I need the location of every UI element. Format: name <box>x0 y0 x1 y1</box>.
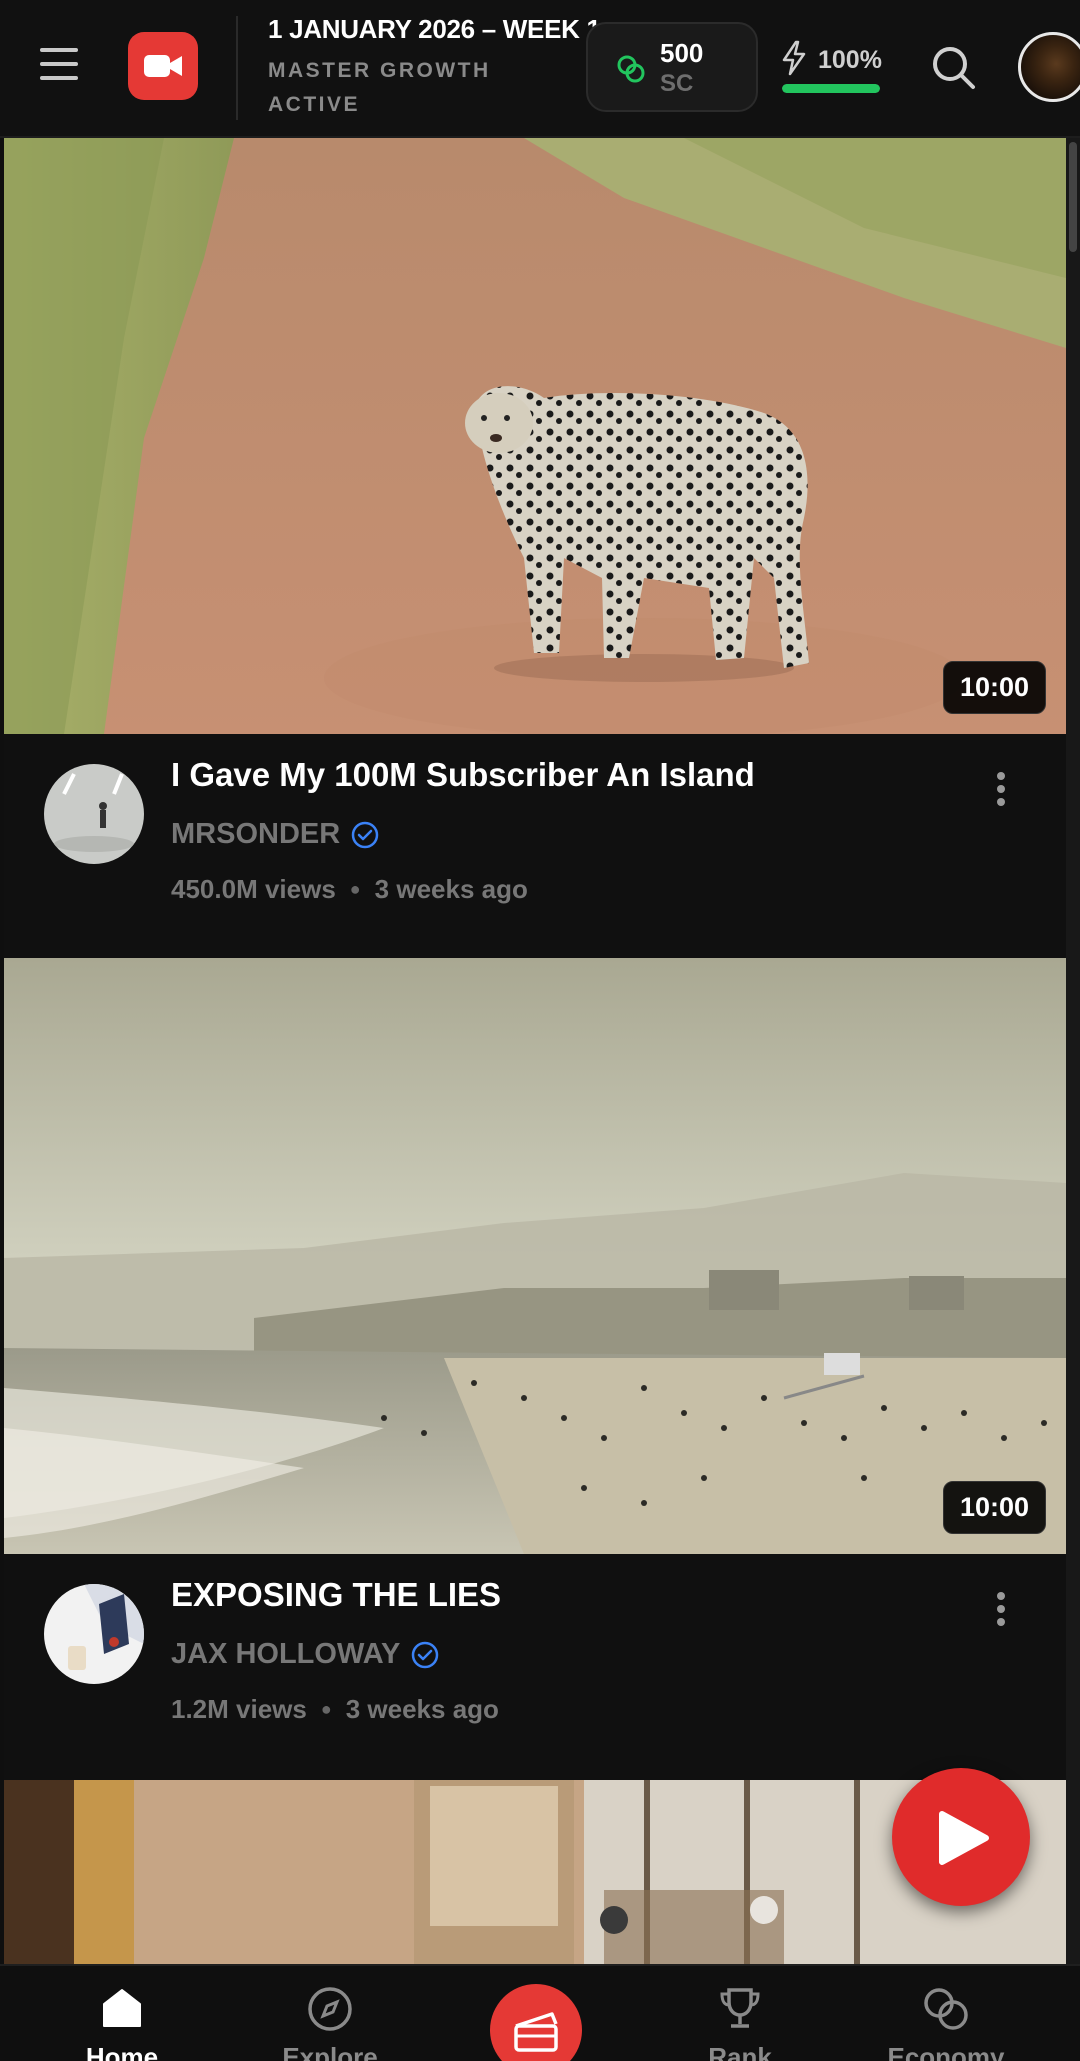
header-divider <box>236 16 238 120</box>
lightning-icon <box>782 40 806 76</box>
create-button[interactable] <box>490 1984 582 2061</box>
scrollbar[interactable] <box>1066 138 1080 1964</box>
channel-row: JAX HOLLOWAY <box>171 1638 440 1671</box>
nav-label: Explore <box>282 2042 378 2061</box>
channel-name[interactable]: MRSONDER <box>171 818 340 851</box>
home-icon <box>103 1989 141 2027</box>
date-label: 1 JANUARY 2026 – WEEK 1 <box>268 14 601 44</box>
video-thumbnail[interactable]: 10:00 <box>4 138 1066 734</box>
video-stats: 450.0M views ● 3 weeks ago <box>171 874 528 905</box>
coins-icon <box>617 55 645 83</box>
more-options-icon[interactable] <box>996 772 1006 806</box>
video-title[interactable]: EXPOSING THE LIES <box>171 1576 501 1614</box>
bottom-nav: Home Explore Rank Economy <box>0 1964 1080 2061</box>
verified-icon <box>412 1641 439 1668</box>
menu-icon[interactable] <box>40 48 80 88</box>
video-stats: 1.2M views ● 3 weeks ago <box>171 1694 499 1725</box>
beach-thumbnail-image <box>4 958 1066 1554</box>
channel-avatar[interactable] <box>44 1584 144 1684</box>
video-meta: EXPOSING THE LIES JAX HOLLOWAY 1.2M view… <box>4 1554 1066 1780</box>
more-options-icon[interactable] <box>996 1592 1006 1626</box>
clapperboard-icon <box>514 2012 558 2052</box>
video-thumbnail[interactable]: 10:00 <box>4 958 1066 1554</box>
coins-balance[interactable]: 500 SC <box>586 22 758 112</box>
verified-icon <box>351 821 379 848</box>
coins-unit: SC <box>660 70 694 97</box>
energy-meter[interactable]: 100% <box>780 40 882 81</box>
view-count: 450.0M views <box>171 874 336 904</box>
search-icon[interactable] <box>930 44 978 97</box>
channel-name[interactable]: JAX HOLLOWAY <box>171 1638 400 1671</box>
nav-label: Home <box>85 2042 159 2061</box>
nav-label: Economy <box>887 2042 1005 2061</box>
nav-item-economy[interactable]: Economy <box>866 1966 1026 2061</box>
channel-avatar[interactable] <box>44 764 144 864</box>
video-card[interactable]: 10:00 EXPOSING THE LIES JAX HOLLOWAY 1.2… <box>4 958 1066 1780</box>
play-icon <box>939 1811 989 1865</box>
separator-dot: ● <box>349 879 361 899</box>
energy-bar <box>782 84 880 93</box>
leopard-thumbnail-image <box>4 138 1066 734</box>
scrollbar-thumb[interactable] <box>1069 142 1077 252</box>
nav-item-home[interactable]: Home <box>42 1966 202 2061</box>
video-duration: 10:00 <box>942 661 1046 714</box>
nav-label: Rank <box>708 2042 772 2061</box>
video-card[interactable]: 10:00 I Gave My 100M Subscriber An Islan… <box>4 138 1066 960</box>
energy-bar-fill <box>782 84 880 93</box>
play-fab-button[interactable] <box>892 1768 1030 1906</box>
user-avatar[interactable] <box>1018 32 1080 102</box>
nav-item-explore[interactable]: Explore <box>250 1966 410 2061</box>
video-camera-icon[interactable] <box>128 32 198 100</box>
nav-item-rank[interactable]: Rank <box>660 1966 820 2061</box>
upload-age: 3 weeks ago <box>345 1694 499 1724</box>
video-duration: 10:00 <box>942 1481 1046 1534</box>
status-label: MASTER GROWTH ACTIVE <box>268 59 491 116</box>
separator-dot: ● <box>320 1699 332 1719</box>
upload-age: 3 weeks ago <box>374 874 528 904</box>
compass-icon <box>308 1987 352 2031</box>
video-title[interactable]: I Gave My 100M Subscriber An Island <box>171 756 755 794</box>
coins-value: 500 <box>660 38 704 68</box>
top-bar: 1 JANUARY 2026 – WEEK 1 MASTER GROWTH AC… <box>0 0 1080 138</box>
energy-value: 100% <box>818 46 882 74</box>
coins-icon <box>924 1988 968 2030</box>
video-meta: I Gave My 100M Subscriber An Island MRSO… <box>4 734 1066 960</box>
view-count: 1.2M views <box>171 1694 307 1724</box>
trophy-icon <box>720 1988 760 2028</box>
channel-row: MRSONDER <box>171 818 380 851</box>
